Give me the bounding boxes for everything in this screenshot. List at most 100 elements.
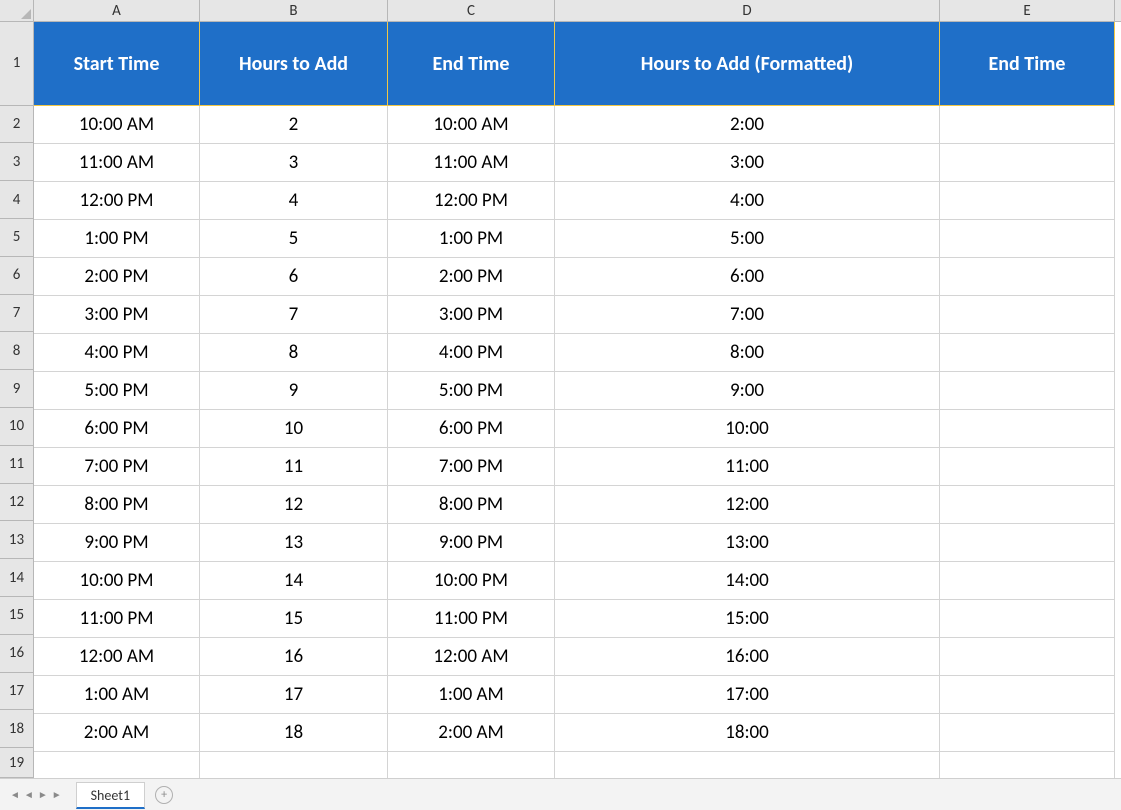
cell-D12[interactable]: 12:00 bbox=[555, 486, 940, 524]
cell-B3[interactable]: 3 bbox=[200, 144, 388, 182]
cell-D9[interactable]: 9:00 bbox=[555, 372, 940, 410]
cell-E10[interactable] bbox=[940, 410, 1115, 448]
cell-E5[interactable] bbox=[940, 220, 1115, 258]
cell-C12[interactable]: 8:00 PM bbox=[388, 486, 555, 524]
row-head-18[interactable]: 18 bbox=[0, 710, 33, 748]
cell-A13[interactable]: 9:00 PM bbox=[34, 524, 200, 562]
cell-B4[interactable]: 4 bbox=[200, 182, 388, 220]
cell-E3[interactable] bbox=[940, 144, 1115, 182]
cell-D10[interactable]: 10:00 bbox=[555, 410, 940, 448]
cell-D3[interactable]: 3:00 bbox=[555, 144, 940, 182]
row-head-10[interactable]: 10 bbox=[0, 408, 33, 446]
cell-E16[interactable] bbox=[940, 638, 1115, 676]
cell-B7[interactable]: 7 bbox=[200, 296, 388, 334]
col-head-D[interactable]: D bbox=[555, 0, 940, 21]
cell-D17[interactable]: 17:00 bbox=[555, 676, 940, 714]
cell-C5[interactable]: 1:00 PM bbox=[388, 220, 555, 258]
cell-E4[interactable] bbox=[940, 182, 1115, 220]
row-head-13[interactable]: 13 bbox=[0, 521, 33, 559]
cell-D16[interactable]: 16:00 bbox=[555, 638, 940, 676]
cell-B12[interactable]: 12 bbox=[200, 486, 388, 524]
cell-E14[interactable] bbox=[940, 562, 1115, 600]
cell-E13[interactable] bbox=[940, 524, 1115, 562]
cell-B2[interactable]: 2 bbox=[200, 106, 388, 144]
cell-A17[interactable]: 1:00 AM bbox=[34, 676, 200, 714]
header-cell-A1[interactable]: Start Time bbox=[34, 22, 200, 106]
header-cell-E1[interactable]: End Time bbox=[940, 22, 1115, 106]
select-all-corner[interactable] bbox=[0, 0, 34, 22]
col-head-E[interactable]: E bbox=[940, 0, 1115, 21]
row-head-14[interactable]: 14 bbox=[0, 559, 33, 597]
cell-A5[interactable]: 1:00 PM bbox=[34, 220, 200, 258]
cell-D11[interactable]: 11:00 bbox=[555, 448, 940, 486]
header-cell-C1[interactable]: End Time bbox=[388, 22, 555, 106]
row-head-8[interactable]: 8 bbox=[0, 332, 33, 370]
cell-C14[interactable]: 10:00 PM bbox=[388, 562, 555, 600]
cell-E11[interactable] bbox=[940, 448, 1115, 486]
cell-C6[interactable]: 2:00 PM bbox=[388, 258, 555, 296]
cell-A16[interactable]: 12:00 AM bbox=[34, 638, 200, 676]
cell-D14[interactable]: 14:00 bbox=[555, 562, 940, 600]
header-cell-B1[interactable]: Hours to Add bbox=[200, 22, 388, 106]
cell-B6[interactable]: 6 bbox=[200, 258, 388, 296]
col-head-B[interactable]: B bbox=[200, 0, 388, 21]
cell-E7[interactable] bbox=[940, 296, 1115, 334]
col-head-A[interactable]: A bbox=[34, 0, 200, 21]
row-head-3[interactable]: 3 bbox=[0, 143, 33, 181]
tab-nav-first[interactable]: ◄ bbox=[10, 788, 20, 801]
row-head-19[interactable]: 19 bbox=[0, 748, 33, 778]
tab-nav-last[interactable]: ► bbox=[52, 788, 62, 801]
cell-A12[interactable]: 8:00 PM bbox=[34, 486, 200, 524]
cell-E8[interactable] bbox=[940, 334, 1115, 372]
col-head-C[interactable]: C bbox=[388, 0, 555, 21]
cell-E9[interactable] bbox=[940, 372, 1115, 410]
cell-B11[interactable]: 11 bbox=[200, 448, 388, 486]
cell-B8[interactable]: 8 bbox=[200, 334, 388, 372]
cell-A7[interactable]: 3:00 PM bbox=[34, 296, 200, 334]
cell-D2[interactable]: 2:00 bbox=[555, 106, 940, 144]
cell-A10[interactable]: 6:00 PM bbox=[34, 410, 200, 448]
cell-C4[interactable]: 12:00 PM bbox=[388, 182, 555, 220]
row-head-6[interactable]: 6 bbox=[0, 257, 33, 295]
cell-C19[interactable] bbox=[388, 752, 555, 778]
cell-B5[interactable]: 5 bbox=[200, 220, 388, 258]
row-head-12[interactable]: 12 bbox=[0, 484, 33, 522]
cell-D5[interactable]: 5:00 bbox=[555, 220, 940, 258]
cell-A18[interactable]: 2:00 AM bbox=[34, 714, 200, 752]
cell-E17[interactable] bbox=[940, 676, 1115, 714]
cell-D13[interactable]: 13:00 bbox=[555, 524, 940, 562]
cell-C15[interactable]: 11:00 PM bbox=[388, 600, 555, 638]
cell-E19[interactable] bbox=[940, 752, 1115, 778]
cell-C7[interactable]: 3:00 PM bbox=[388, 296, 555, 334]
cell-C17[interactable]: 1:00 AM bbox=[388, 676, 555, 714]
cell-B15[interactable]: 15 bbox=[200, 600, 388, 638]
cell-A11[interactable]: 7:00 PM bbox=[34, 448, 200, 486]
cell-B19[interactable] bbox=[200, 752, 388, 778]
cell-A9[interactable]: 5:00 PM bbox=[34, 372, 200, 410]
cell-E6[interactable] bbox=[940, 258, 1115, 296]
row-head-11[interactable]: 11 bbox=[0, 446, 33, 484]
tab-sheet1[interactable]: Sheet1 bbox=[76, 782, 145, 809]
row-head-9[interactable]: 9 bbox=[0, 370, 33, 408]
row-head-15[interactable]: 15 bbox=[0, 597, 33, 635]
cell-C11[interactable]: 7:00 PM bbox=[388, 448, 555, 486]
cell-A6[interactable]: 2:00 PM bbox=[34, 258, 200, 296]
row-head-5[interactable]: 5 bbox=[0, 219, 33, 257]
row-head-1[interactable]: 1 bbox=[0, 22, 33, 106]
header-cell-D1[interactable]: Hours to Add (Formatted) bbox=[555, 22, 940, 106]
cell-B16[interactable]: 16 bbox=[200, 638, 388, 676]
cell-E18[interactable] bbox=[940, 714, 1115, 752]
cell-A8[interactable]: 4:00 PM bbox=[34, 334, 200, 372]
cell-D19[interactable] bbox=[555, 752, 940, 778]
cell-D15[interactable]: 15:00 bbox=[555, 600, 940, 638]
cell-B13[interactable]: 13 bbox=[200, 524, 388, 562]
cell-D6[interactable]: 6:00 bbox=[555, 258, 940, 296]
cell-C9[interactable]: 5:00 PM bbox=[388, 372, 555, 410]
cell-C16[interactable]: 12:00 AM bbox=[388, 638, 555, 676]
cell-A4[interactable]: 12:00 PM bbox=[34, 182, 200, 220]
row-head-2[interactable]: 2 bbox=[0, 106, 33, 144]
cell-E15[interactable] bbox=[940, 600, 1115, 638]
add-sheet-button[interactable]: + bbox=[155, 786, 173, 804]
cell-D8[interactable]: 8:00 bbox=[555, 334, 940, 372]
row-head-16[interactable]: 16 bbox=[0, 635, 33, 673]
